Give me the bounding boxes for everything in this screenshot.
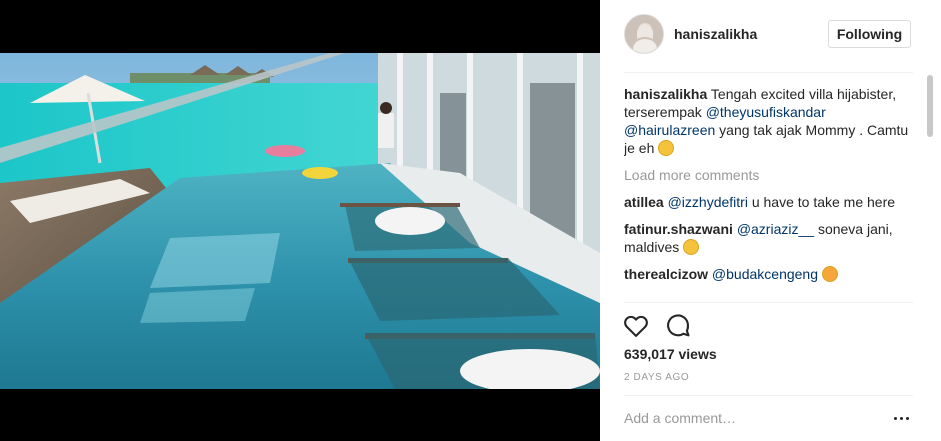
comment-mention[interactable]: @izzhydefitri [668, 194, 748, 210]
view-count: 639,017 views [624, 346, 717, 362]
post-media [0, 0, 600, 441]
header-username[interactable]: haniszalikha [674, 26, 757, 42]
list-item: atillea @izzhydefitri u have to take me … [624, 193, 916, 211]
following-button[interactable]: Following [828, 20, 911, 48]
speech-bubble-icon [667, 314, 690, 337]
action-bar [622, 312, 722, 340]
list-item: fatinur.shazwani @azriaziz__ soneva jani… [624, 220, 916, 256]
more-options-button[interactable] [890, 410, 912, 426]
profile-photo [625, 15, 663, 53]
post-sidebar: haniszalikha Following haniszalikha Teng… [600, 0, 941, 441]
comment-mention[interactable]: @budakcengeng [712, 266, 818, 282]
more-dots-icon [905, 416, 909, 420]
relieved-face-emoji [658, 140, 675, 156]
caption-username[interactable]: haniszalikha [624, 86, 707, 102]
grinning-face-emoji [683, 239, 700, 255]
villa-pool-photo [0, 53, 600, 389]
divider [624, 302, 913, 303]
comment-username[interactable]: therealcizow [624, 266, 708, 282]
comment-username[interactable]: atillea [624, 194, 664, 210]
load-more-comments-button[interactable]: Load more comments [624, 166, 916, 184]
caption: haniszalikha Tengah excited villa hijabi… [624, 85, 916, 157]
more-dots-icon [893, 416, 897, 420]
caption-mention-2[interactable]: @hairulazreen [624, 122, 715, 138]
comment-button[interactable] [664, 312, 692, 340]
caption-mention-1[interactable]: @theyusufiskandar [706, 104, 826, 120]
post-header: haniszalikha Following [600, 0, 941, 72]
comments-scrollbar[interactable] [927, 75, 933, 137]
comments-list: haniszalikha Tengah excited villa hijabi… [624, 85, 916, 303]
divider [624, 395, 913, 396]
comment-username[interactable]: fatinur.shazwani [624, 221, 733, 237]
add-comment-input[interactable] [624, 407, 874, 429]
heart-outline-icon [624, 315, 648, 337]
video-player[interactable] [0, 53, 600, 389]
list-item: therealcizow @budakcengeng [624, 265, 916, 283]
like-button[interactable] [622, 312, 650, 340]
more-dots-icon [899, 416, 903, 420]
divider [624, 72, 913, 73]
kissing-face-emoji [821, 266, 838, 282]
post-date[interactable]: 2 DAYS AGO [624, 372, 689, 383]
comment-mention[interactable]: @azriaziz__ [737, 221, 814, 237]
comment-text: u have to take me here [747, 194, 896, 210]
avatar[interactable] [624, 14, 664, 54]
